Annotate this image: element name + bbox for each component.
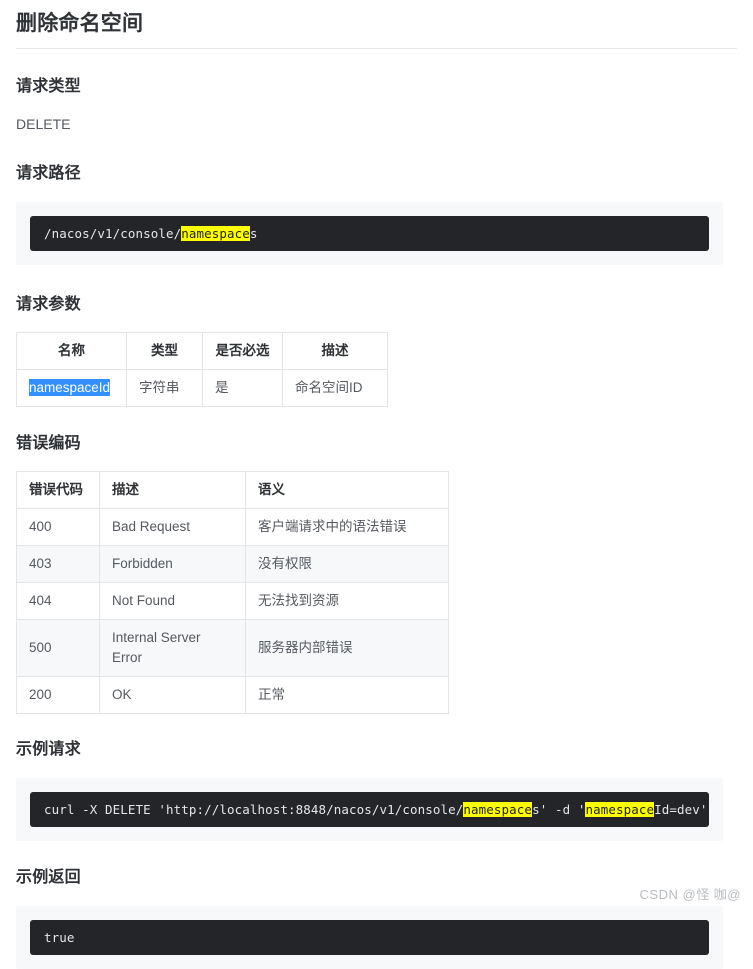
param-type-cell: 字符串 bbox=[127, 370, 203, 407]
table-header-row: 错误代码 描述 语义 bbox=[17, 472, 449, 509]
code-text-prefix: /nacos/v1/console/ bbox=[44, 226, 181, 241]
search-highlight-match: namespace bbox=[585, 802, 654, 817]
table-row: 200 OK 正常 bbox=[17, 677, 449, 714]
section-heading-error-codes: 错误编码 bbox=[16, 433, 737, 455]
error-meaning-cell: 服务器内部错误 bbox=[246, 620, 449, 677]
param-required-cell: 是 bbox=[203, 370, 283, 407]
column-header-error-description: 描述 bbox=[100, 472, 246, 509]
error-description-cell: Internal Server Error bbox=[100, 620, 246, 677]
example-response-code[interactable]: true bbox=[30, 920, 709, 955]
table-row: 404 Not Found 无法找到资源 bbox=[17, 583, 449, 620]
column-header-required: 是否必选 bbox=[203, 333, 283, 370]
error-meaning-cell: 客户端请求中的语法错误 bbox=[246, 509, 449, 546]
error-description-cell: Forbidden bbox=[100, 546, 246, 583]
error-code-cell: 400 bbox=[17, 509, 100, 546]
table-row: 403 Forbidden 没有权限 bbox=[17, 546, 449, 583]
column-header-name: 名称 bbox=[17, 333, 127, 370]
error-code-cell: 500 bbox=[17, 620, 100, 677]
error-description-cell: Bad Request bbox=[100, 509, 246, 546]
params-table: 名称 类型 是否必选 描述 namespaceId 字符串 是 命名空间ID bbox=[16, 332, 388, 407]
active-search-selection: namespaceId bbox=[29, 379, 110, 396]
request-path-code-container: /nacos/v1/console/namespaces bbox=[16, 202, 723, 265]
search-highlight-match: namespace bbox=[463, 802, 532, 817]
section-heading-example-request: 示例请求 bbox=[16, 739, 737, 761]
section-request-path: 请求路径 /nacos/v1/console/namespaces bbox=[16, 134, 737, 265]
param-description-cell: 命名空间ID bbox=[283, 370, 388, 407]
error-code-cell: 404 bbox=[17, 583, 100, 620]
section-request-type: 请求类型 DELETE bbox=[16, 49, 737, 134]
column-header-error-code: 错误代码 bbox=[17, 472, 100, 509]
table-header-row: 名称 类型 是否必选 描述 bbox=[17, 333, 388, 370]
code-text-suffix: s bbox=[250, 226, 258, 241]
table-row: 500 Internal Server Error 服务器内部错误 bbox=[17, 620, 449, 677]
section-request-params: 请求参数 名称 类型 是否必选 描述 namespaceId 字符串 是 命名空… bbox=[16, 265, 737, 407]
code-text-part1: curl -X DELETE 'http://localhost:8848/na… bbox=[44, 802, 463, 817]
error-description-cell: OK bbox=[100, 677, 246, 714]
example-response-code-container: true bbox=[16, 906, 723, 969]
error-meaning-cell: 正常 bbox=[246, 677, 449, 714]
column-header-type: 类型 bbox=[127, 333, 203, 370]
column-header-error-meaning: 语义 bbox=[246, 472, 449, 509]
table-row: 400 Bad Request 客户端请求中的语法错误 bbox=[17, 509, 449, 546]
code-text-part2: s' -d ' bbox=[532, 802, 585, 817]
error-codes-table: 错误代码 描述 语义 400 Bad Request 客户端请求中的语法错误 4… bbox=[16, 471, 449, 714]
example-request-code-container: curl -X DELETE 'http://localhost:8848/na… bbox=[16, 778, 723, 841]
page-title: 删除命名空间 bbox=[16, 0, 737, 48]
error-code-cell: 403 bbox=[17, 546, 100, 583]
section-error-codes: 错误编码 错误代码 描述 语义 400 Bad Request 客户端请求中的语… bbox=[16, 407, 737, 714]
document-page: 删除命名空间 请求类型 DELETE 请求路径 /nacos/v1/consol… bbox=[0, 0, 753, 969]
code-text-part3: Id=dev' bbox=[654, 802, 707, 817]
error-description-cell: Not Found bbox=[100, 583, 246, 620]
watermark: CSDN @怪 咖@ bbox=[640, 884, 741, 903]
section-example-response: 示例返回 true bbox=[16, 841, 737, 969]
column-header-description: 描述 bbox=[283, 333, 388, 370]
request-path-code[interactable]: /nacos/v1/console/namespaces bbox=[30, 216, 709, 251]
request-method-value: DELETE bbox=[16, 98, 737, 134]
section-heading-request-type: 请求类型 bbox=[16, 76, 737, 98]
example-request-code[interactable]: curl -X DELETE 'http://localhost:8848/na… bbox=[30, 792, 709, 827]
section-example-request: 示例请求 curl -X DELETE 'http://localhost:88… bbox=[16, 714, 737, 841]
section-heading-request-params: 请求参数 bbox=[16, 294, 737, 316]
error-meaning-cell: 无法找到资源 bbox=[246, 583, 449, 620]
section-heading-request-path: 请求路径 bbox=[16, 163, 737, 185]
param-name-cell: namespaceId bbox=[17, 370, 127, 407]
search-highlight-match: namespace bbox=[181, 226, 250, 241]
error-code-cell: 200 bbox=[17, 677, 100, 714]
table-row: namespaceId 字符串 是 命名空间ID bbox=[17, 370, 388, 407]
section-heading-example-response: 示例返回 bbox=[16, 867, 737, 889]
error-meaning-cell: 没有权限 bbox=[246, 546, 449, 583]
